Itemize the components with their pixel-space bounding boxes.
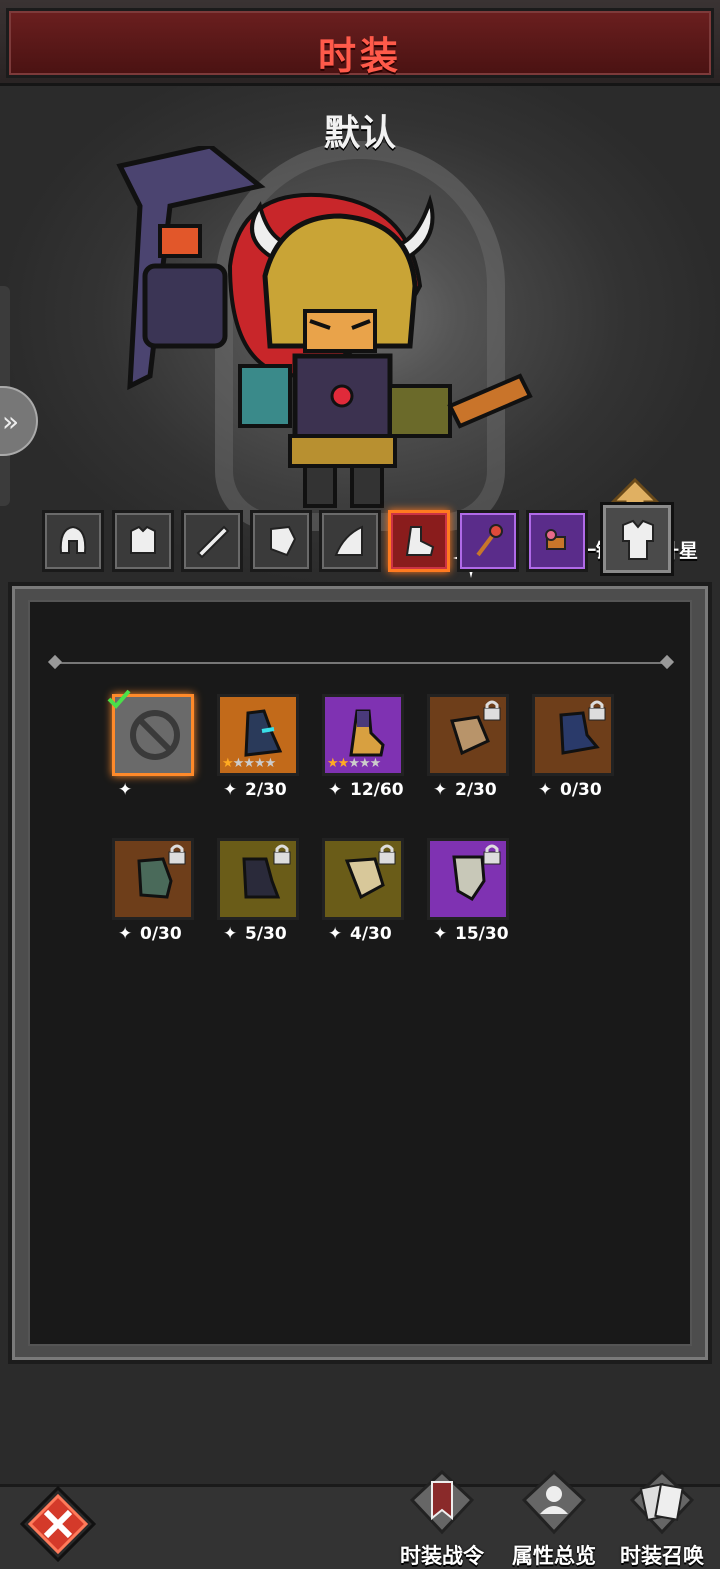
item-slot-8[interactable]: ✦ 4/30: [320, 838, 410, 944]
item-frame: [427, 838, 509, 920]
none-icon: [130, 710, 180, 760]
item-frame: [112, 838, 194, 920]
item-slot-1[interactable]: ✦: [107, 689, 200, 800]
panel-divider: [54, 662, 668, 664]
boot-item-icon: [349, 709, 385, 757]
item-count: ✦ 0/30: [538, 780, 602, 800]
chevron-right-icon: »: [2, 405, 20, 438]
weapon-icon: [196, 525, 230, 559]
boots-icon: [405, 526, 435, 556]
item-frame: ★★★★★: [217, 694, 299, 776]
item-frame: [427, 694, 509, 776]
tab-staff[interactable]: [457, 510, 519, 572]
title-bar: 时装: [0, 0, 720, 86]
check-icon: [107, 689, 131, 709]
item-slot-9[interactable]: ✦ 15/30: [425, 838, 515, 944]
tab-armor[interactable]: [112, 510, 174, 572]
fashion-pass-label: 时装战令: [400, 1544, 484, 1568]
gauntlet-icon: [270, 525, 297, 557]
title-plate: 时装: [6, 8, 714, 78]
lock-icon: [168, 844, 186, 865]
item-frame: [217, 838, 299, 920]
item-count: ✦ 5/30: [223, 924, 287, 944]
item-slot-5[interactable]: ✦ 0/30: [530, 694, 620, 800]
item-count: ✦ 15/30: [433, 924, 509, 944]
puzzle-icon: ✦: [118, 924, 133, 944]
lock-icon: [588, 700, 606, 721]
tab-gauntlet[interactable]: [250, 510, 312, 572]
stats-overview-button[interactable]: 属性总览: [504, 1470, 604, 1569]
item-frame: ★★★★★: [322, 694, 404, 776]
items-panel: ✦ ★★★★★ ✦ 2/30 ★★★★★ ✦ 12/60 ✦ 2/30 ✦ 0/…: [8, 582, 712, 1364]
item-frame: [532, 694, 614, 776]
close-button[interactable]: [20, 1486, 96, 1562]
character-preview: [116, 146, 533, 508]
page-title: 时装: [317, 34, 402, 78]
tab-pet[interactable]: [526, 510, 588, 572]
puzzle-icon: ✦: [433, 780, 448, 800]
item-count: ✦ 2/30: [433, 780, 497, 800]
item-count: ✦ 2/30: [223, 780, 287, 800]
item-slot-2[interactable]: ★★★★★ ✦ 2/30: [215, 694, 305, 800]
category-tabs: [42, 502, 682, 576]
item-frame: [322, 838, 404, 920]
tab-outfit[interactable]: [600, 502, 674, 576]
fashion-pass-button[interactable]: 时装战令: [392, 1470, 492, 1569]
tab-boots[interactable]: [388, 510, 450, 572]
star-rating: ★★★★★: [222, 756, 276, 771]
item-count: ✦: [118, 780, 140, 800]
armor-icon: [130, 525, 156, 554]
boot-item-icon: [244, 709, 283, 757]
item-slot-3[interactable]: ★★★★★ ✦ 12/60: [320, 694, 410, 800]
puzzle-icon: ✦: [223, 780, 238, 800]
pet-icon: [545, 529, 566, 550]
items-panel-inner: ✦ ★★★★★ ✦ 2/30 ★★★★★ ✦ 12/60 ✦ 2/30 ✦ 0/…: [28, 600, 692, 1346]
item-slot-7[interactable]: ✦ 5/30: [215, 838, 305, 944]
banner-icon: [410, 1470, 474, 1535]
outfit-icon: [622, 519, 654, 560]
puzzle-icon: ✦: [118, 780, 133, 800]
expand-side-button[interactable]: »: [0, 386, 38, 456]
bottom-bar: 时装战令 属性总览 时装召唤: [0, 1470, 720, 1569]
item-count: ✦ 0/30: [118, 924, 182, 944]
stats-overview-label: 属性总览: [512, 1544, 596, 1568]
profile-icon: [522, 1470, 586, 1535]
tab-weapon[interactable]: [181, 510, 243, 572]
tab-cape[interactable]: [319, 510, 381, 572]
lock-icon: [378, 844, 396, 865]
staff-icon: [476, 524, 503, 557]
puzzle-icon: ✦: [328, 780, 343, 800]
puzzle-icon: ✦: [433, 924, 448, 944]
fashion-summon-label: 时装召唤: [620, 1544, 704, 1568]
item-slot-6[interactable]: ✦ 0/30: [110, 838, 200, 944]
lock-icon: [483, 700, 501, 721]
fashion-summon-button[interactable]: 时装召唤: [612, 1470, 712, 1569]
item-slot-4[interactable]: ✦ 2/30: [425, 694, 515, 800]
cards-icon: [630, 1470, 694, 1535]
cape-icon: [334, 525, 363, 556]
puzzle-icon: ✦: [328, 924, 343, 944]
helmet-icon: [59, 525, 87, 554]
lock-icon: [273, 844, 291, 865]
star-rating: ★★★★★: [327, 756, 381, 771]
item-count: ✦ 12/60: [328, 780, 404, 800]
tab-helmet[interactable]: [42, 510, 104, 572]
puzzle-icon: ✦: [223, 924, 238, 944]
item-count: ✦ 4/30: [328, 924, 392, 944]
puzzle-icon: ✦: [538, 780, 553, 800]
lock-icon: [483, 844, 501, 865]
